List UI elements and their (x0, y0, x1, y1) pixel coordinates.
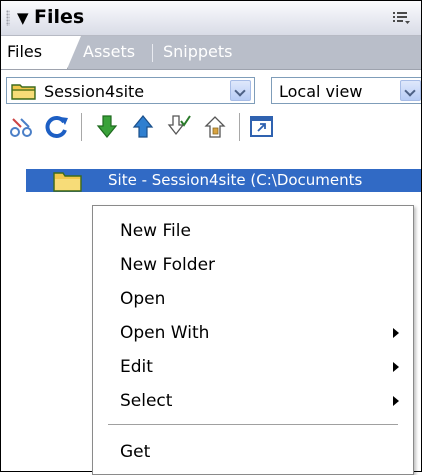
folder-icon (53, 172, 82, 192)
triangle-down-icon[interactable]: ▼ (17, 9, 29, 27)
menu-item-new-folder[interactable]: New Folder (93, 248, 413, 282)
tab-assets[interactable]: Assets (77, 36, 141, 69)
submenu-arrow-icon (393, 362, 399, 372)
site-select-value: Session4site (44, 82, 145, 101)
files-toolbar (1, 108, 421, 145)
check-out-icon[interactable] (165, 113, 193, 141)
view-select[interactable]: Local view (271, 77, 421, 104)
panel-header[interactable]: ▼ Files (1, 1, 421, 36)
connect-icon[interactable] (7, 113, 35, 141)
menu-item-label: Open (120, 289, 166, 309)
view-dropdown-button[interactable] (400, 80, 421, 101)
submenu-arrow-icon (393, 328, 399, 338)
refresh-icon[interactable] (43, 113, 71, 141)
menu-item-label: Select (120, 391, 173, 411)
menu-item-open-with[interactable]: Open With (93, 316, 413, 350)
menu-item-new-file[interactable]: New File (93, 214, 413, 248)
site-root-row[interactable]: Site - Session4site (C:\Documents (26, 169, 421, 192)
menu-item-get[interactable]: Get (93, 435, 413, 469)
menu-item-label: Get (120, 442, 151, 462)
toolbar-separator (239, 113, 240, 141)
menu-item-label: Open With (120, 323, 210, 343)
site-root-label: Site - Session4site (C:\Documents (108, 171, 363, 189)
site-dropdown-button[interactable] (230, 80, 251, 101)
menu-item-select[interactable]: Select (93, 384, 413, 418)
menu-item-label: New Folder (120, 255, 216, 275)
submenu-arrow-icon (393, 396, 399, 406)
get-files-icon[interactable] (93, 113, 121, 141)
menu-separator (108, 424, 398, 425)
toolbar-separator (81, 113, 82, 141)
check-in-icon[interactable] (201, 113, 229, 141)
panel-grip-icon[interactable] (6, 10, 10, 26)
view-select-value: Local view (279, 82, 363, 101)
tab-divider (152, 44, 153, 62)
menu-item-open[interactable]: Open (93, 282, 413, 316)
menu-item-label: Edit (120, 357, 153, 377)
site-selector-row: Session4site Local view (1, 70, 421, 108)
context-menu: New File New Folder Open Open With Edit … (92, 205, 414, 475)
menu-item-label: New File (120, 221, 191, 241)
expand-icon[interactable] (248, 113, 276, 141)
tab-bar: Files Assets Snippets (1, 36, 421, 70)
panel-title: Files (34, 6, 85, 28)
site-folder-icon (11, 84, 36, 100)
tab-snippets[interactable]: Snippets (157, 36, 239, 69)
tab-files[interactable]: Files (1, 36, 81, 69)
site-select[interactable]: Session4site (6, 77, 255, 104)
menu-item-edit[interactable]: Edit (93, 350, 413, 384)
panel-options-icon[interactable] (391, 9, 411, 27)
put-files-icon[interactable] (129, 113, 157, 141)
